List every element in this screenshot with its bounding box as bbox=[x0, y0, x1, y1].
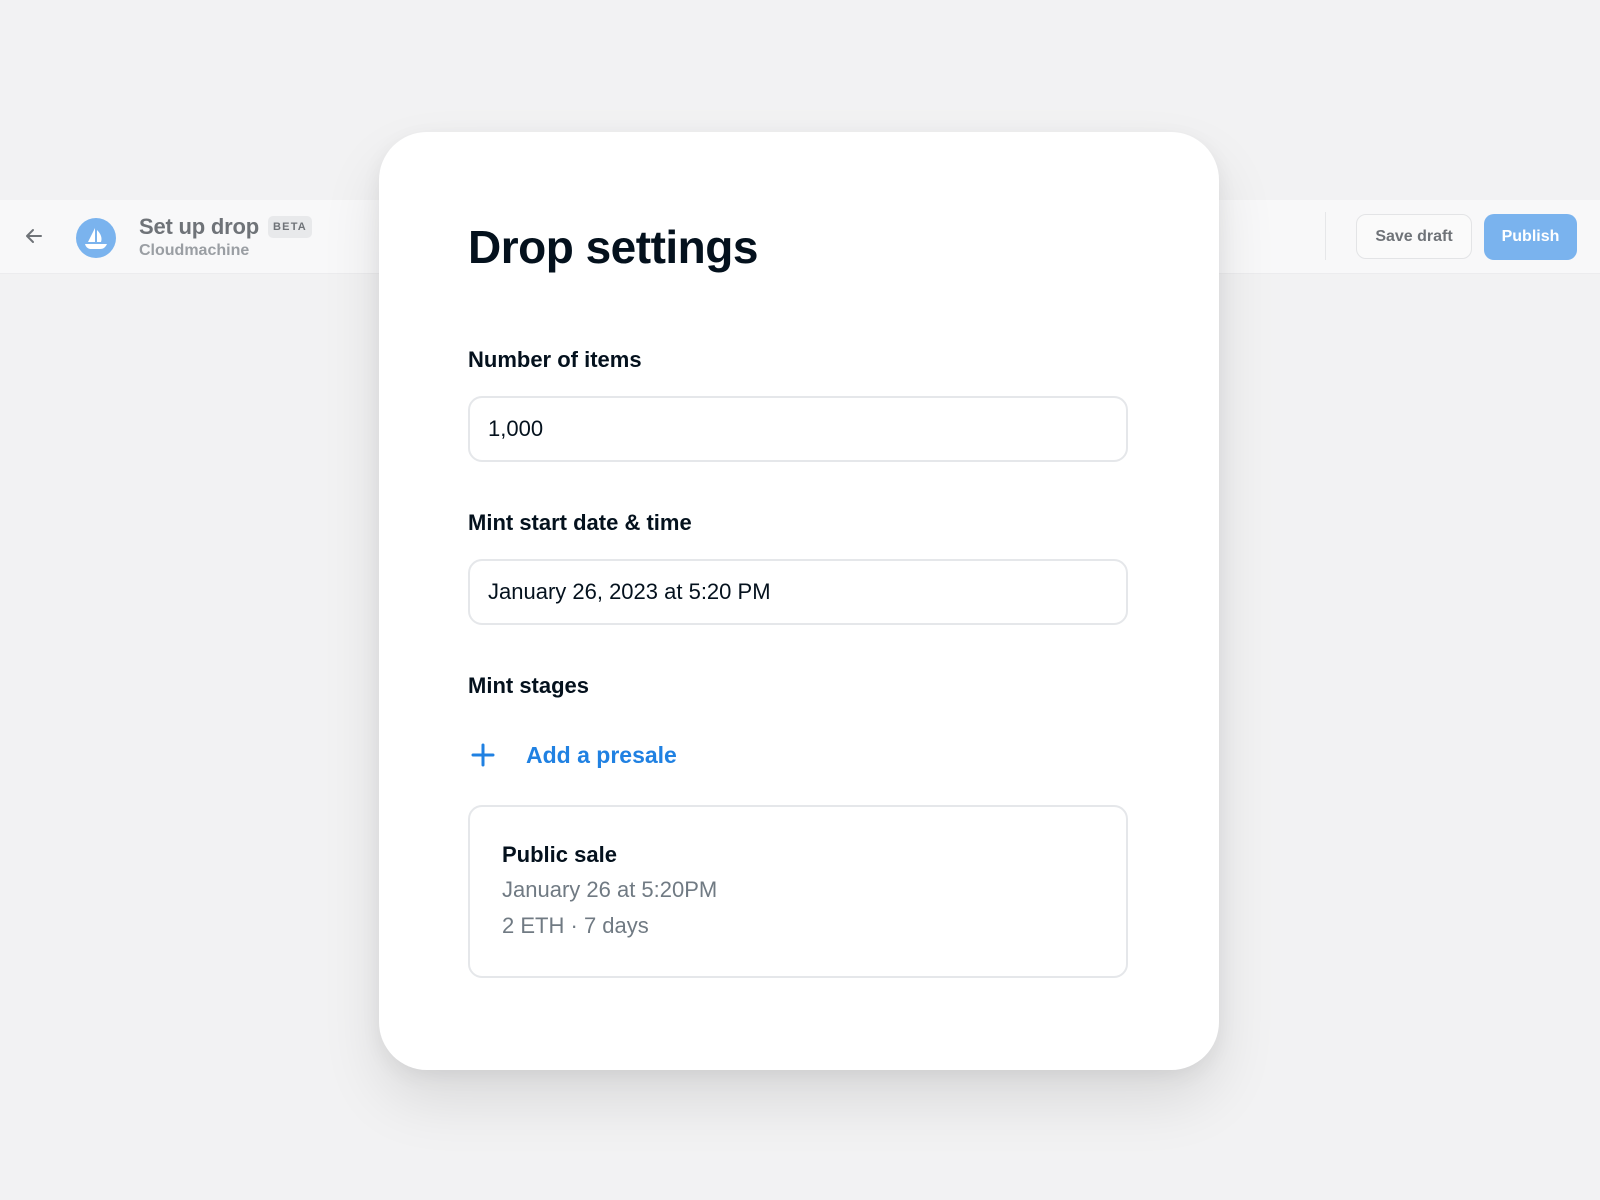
number-of-items-input[interactable]: 1,000 bbox=[468, 396, 1128, 462]
page-title: Set up drop bbox=[139, 214, 260, 239]
save-draft-button[interactable]: Save draft bbox=[1356, 214, 1472, 259]
beta-badge: BETA bbox=[268, 216, 312, 238]
mint-start-input[interactable]: January 26, 2023 at 5:20 PM bbox=[468, 559, 1128, 625]
back-arrow-icon[interactable] bbox=[22, 224, 46, 248]
sale-details: 2 ETH · 7 days bbox=[502, 908, 1126, 944]
publish-button[interactable]: Publish bbox=[1484, 214, 1577, 260]
sale-price: 2 ETH bbox=[502, 913, 565, 938]
modal-title: Drop settings bbox=[468, 221, 758, 273]
add-presale-button[interactable]: Add a presale bbox=[470, 737, 677, 773]
add-presale-label: Add a presale bbox=[526, 741, 677, 768]
title-block: Set up drop BETA Cloudmachine bbox=[139, 214, 312, 260]
sale-duration: 7 days bbox=[583, 913, 649, 938]
sale-date: January 26 at 5:20PM bbox=[502, 877, 718, 902]
mint-stages-label: Mint stages bbox=[468, 673, 590, 698]
sailboat-logo-icon bbox=[76, 218, 116, 258]
number-of-items-label: Number of items bbox=[468, 347, 642, 372]
drop-settings-modal: Drop settings Number of items 1,000 Mint… bbox=[379, 132, 1219, 1070]
sale-title: Public sale bbox=[502, 842, 617, 867]
sale-separator: · bbox=[570, 913, 578, 938]
divider bbox=[1325, 212, 1326, 260]
collection-name: Cloudmachine bbox=[139, 242, 250, 259]
public-sale-card[interactable]: Public sale January 26 at 5:20PM 2 ETH ·… bbox=[468, 805, 1128, 978]
plus-icon bbox=[470, 742, 496, 768]
mint-start-label: Mint start date & time bbox=[468, 510, 692, 535]
